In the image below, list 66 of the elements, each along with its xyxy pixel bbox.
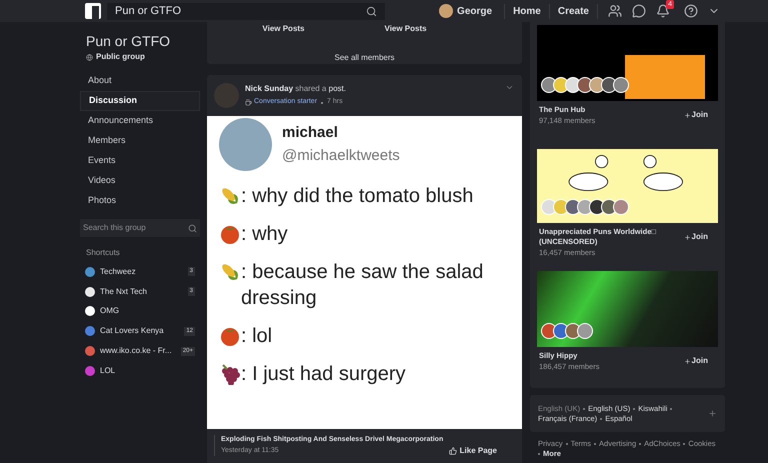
member-avatar — [541, 323, 557, 339]
tomato-icon — [219, 223, 241, 245]
nav-item[interactable]: Discussion — [80, 91, 200, 111]
user-avatar[interactable] — [439, 4, 454, 18]
nav-item[interactable]: About — [80, 71, 200, 91]
member-avatar — [613, 77, 629, 93]
member-avatar — [541, 77, 557, 93]
member-avatar — [601, 199, 617, 215]
plus-icon — [684, 112, 691, 118]
tweet-line: : I just had surgery — [241, 362, 406, 387]
view-posts-link[interactable]: View Posts — [384, 23, 427, 35]
member-avatar — [613, 199, 629, 215]
tomato-icon — [219, 325, 241, 347]
tweet-line: : lol — [241, 324, 272, 349]
join-button[interactable]: Join — [684, 355, 708, 367]
help-icon[interactable] — [684, 4, 698, 18]
view-posts-link[interactable]: View Posts — [262, 23, 304, 35]
nav-item[interactable]: Videos — [80, 171, 200, 191]
tweet-line: : why did the tomato blush — [241, 184, 474, 209]
tweet-line: : because he saw the salad dressing — [241, 260, 484, 311]
badge-icon — [245, 99, 252, 106]
post-header-text: Nick Sunday shared a post. — [245, 83, 346, 96]
tweet-name: michael — [282, 123, 339, 143]
profile-link[interactable]: George — [457, 4, 506, 18]
nav-link[interactable]: Create — [550, 4, 598, 18]
privacy-label: Public group — [96, 51, 145, 63]
tweet-handle: @michaelktweets — [282, 146, 400, 166]
shortcut-item[interactable]: LOL — [80, 360, 200, 381]
messenger-icon[interactable] — [632, 4, 646, 18]
member-avatar — [601, 77, 617, 93]
member-avatar — [541, 199, 557, 215]
section-heading: Shortcuts — [85, 247, 121, 259]
friends-icon[interactable] — [608, 4, 622, 18]
join-button[interactable]: Join — [684, 109, 708, 121]
nav-item[interactable]: Events — [80, 151, 200, 171]
globe-icon — [86, 54, 93, 60]
search-field[interactable]: Pun or GTFO — [107, 2, 385, 20]
member-avatar — [553, 323, 569, 339]
nav-item[interactable]: Members — [80, 131, 200, 151]
nav-item[interactable]: Announcements — [80, 111, 200, 131]
add-language-icon[interactable] — [708, 409, 717, 418]
search-icon[interactable] — [188, 224, 197, 232]
nav-item[interactable]: Photos — [80, 191, 200, 211]
member-avatar — [577, 199, 593, 215]
search-input[interactable]: Search this group — [83, 222, 188, 234]
group-search-field[interactable]: Search this group — [80, 219, 200, 237]
like-page-button[interactable]: Like Page — [448, 445, 497, 457]
group-title: Pun or GTFO — [85, 33, 172, 50]
thumbs-up-icon — [448, 447, 457, 455]
member-avatar — [565, 77, 581, 93]
shortcut-item[interactable]: OMG — [80, 302, 200, 322]
member-avatar — [565, 323, 581, 339]
nav-link[interactable]: Home — [505, 4, 550, 18]
member-avatar — [589, 77, 605, 93]
caret-icon[interactable] — [505, 83, 514, 92]
search-icon[interactable] — [366, 6, 377, 16]
facebook-logo-icon[interactable] — [85, 3, 101, 19]
tweet-line: : why — [241, 222, 288, 247]
join-button[interactable]: Join — [684, 231, 708, 243]
plus-icon — [684, 234, 691, 240]
notifications-icon[interactable] — [656, 4, 670, 18]
see-all-members-link[interactable]: See all members — [334, 52, 395, 64]
member-avatar — [589, 199, 605, 215]
plus-icon — [684, 358, 691, 364]
grapes-icon — [219, 363, 241, 385]
member-avatar — [577, 323, 593, 339]
